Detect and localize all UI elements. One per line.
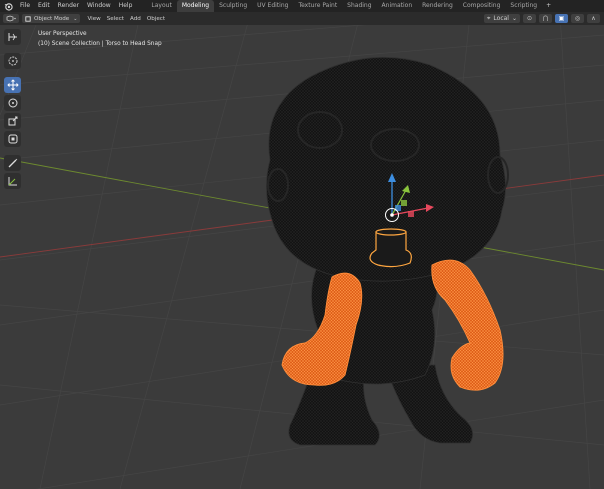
blender-logo-icon[interactable] <box>3 1 13 11</box>
tab-modeling[interactable]: Modeling <box>176 0 215 12</box>
orientation-label: Local <box>493 15 509 22</box>
selected-neck-object <box>369 228 412 268</box>
pivot-icon: ⊙ <box>526 15 533 22</box>
scale-icon <box>8 116 17 126</box>
falloff-curve-icon: ∧ <box>591 15 596 22</box>
tab-texture-paint[interactable]: Texture Paint <box>293 0 342 12</box>
rotate-tool[interactable] <box>4 95 21 111</box>
header-menu-select[interactable]: Select <box>104 16 127 22</box>
menu-edit[interactable]: Edit <box>34 0 54 12</box>
rotate-icon <box>8 98 17 108</box>
annotate-tool[interactable] <box>4 155 21 171</box>
cursor-icon <box>8 56 17 66</box>
transform-icon <box>8 134 17 144</box>
transform-orientation-dropdown[interactable]: ⌖ Local ⌄ <box>484 14 520 23</box>
add-workspace-button[interactable]: + <box>542 0 555 12</box>
header-menu-view[interactable]: View <box>84 16 103 22</box>
move-tool[interactable] <box>4 77 21 93</box>
snap-icon: ▣ <box>558 15 565 22</box>
header-right-tools: ⌖ Local ⌄ ⊙ ⋂ ▣ ◎ ∧ <box>484 12 604 25</box>
falloff-dropdown[interactable]: ∧ <box>587 14 600 23</box>
view-perspective-label: User Perspective <box>38 31 87 37</box>
top-menu-bar: File Edit Render Window Help Layout Mode… <box>0 0 604 12</box>
tab-rendering[interactable]: Rendering <box>417 0 458 12</box>
scene-collection-label: (10) Scene Collection | Torso to Head Sn… <box>38 41 162 47</box>
left-toolbar <box>4 29 22 189</box>
tab-shading[interactable]: Shading <box>342 0 376 12</box>
viewport-canvas <box>0 25 604 489</box>
proportional-edit-toggle[interactable]: ◎ <box>571 14 584 23</box>
chevron-down-icon: ⌄ <box>73 15 78 22</box>
orientation-icon: ⌖ <box>487 14 491 22</box>
editor-type-icon <box>6 15 16 22</box>
transform-tool[interactable] <box>4 131 21 147</box>
tab-layout[interactable]: Layout <box>146 0 176 12</box>
menu-window[interactable]: Window <box>83 0 115 12</box>
header-menu-add[interactable]: Add <box>127 16 144 22</box>
menu-file[interactable]: File <box>16 0 34 12</box>
menu-render[interactable]: Render <box>54 0 83 12</box>
move-icon <box>6 79 19 91</box>
cursor-tool[interactable] <box>4 53 21 69</box>
header-menu-object[interactable]: Object <box>144 16 168 22</box>
viewport-header: Object Mode ⌄ View Select Add Object ⌖ L… <box>0 12 604 25</box>
select-box-tool[interactable] <box>4 29 21 45</box>
tab-compositing[interactable]: Compositing <box>458 0 506 12</box>
magnet-icon: ⋂ <box>543 15 548 22</box>
object-mode-icon <box>25 15 31 22</box>
editor-type-button[interactable] <box>3 14 19 23</box>
scale-tool[interactable] <box>4 113 21 129</box>
3d-viewport[interactable]: User Perspective (10) Scene Collection |… <box>0 25 604 489</box>
chevron-down-icon: ⌄ <box>511 15 517 22</box>
snap-toggle[interactable]: ⋂ <box>539 14 552 23</box>
tab-uv-editing[interactable]: UV Editing <box>252 0 293 12</box>
menu-help[interactable]: Help <box>115 0 137 12</box>
mode-label: Object Mode <box>34 15 70 22</box>
select-box-icon <box>8 33 17 41</box>
measure-icon <box>8 177 17 186</box>
pivot-point-button[interactable]: ⊙ <box>523 14 536 23</box>
snap-target-button[interactable]: ▣ <box>555 14 568 23</box>
measure-tool[interactable] <box>4 173 21 189</box>
viewport-info: User Perspective (10) Scene Collection |… <box>38 29 162 49</box>
tab-scripting[interactable]: Scripting <box>505 0 542 12</box>
tab-sculpting[interactable]: Sculpting <box>214 0 252 12</box>
mode-dropdown[interactable]: Object Mode ⌄ <box>22 14 81 23</box>
tab-animation[interactable]: Animation <box>377 0 418 12</box>
annotate-icon <box>8 158 17 168</box>
proportional-edit-icon: ◎ <box>574 15 581 22</box>
workspace-tabs: Layout Modeling Sculpting UV Editing Tex… <box>146 0 555 12</box>
